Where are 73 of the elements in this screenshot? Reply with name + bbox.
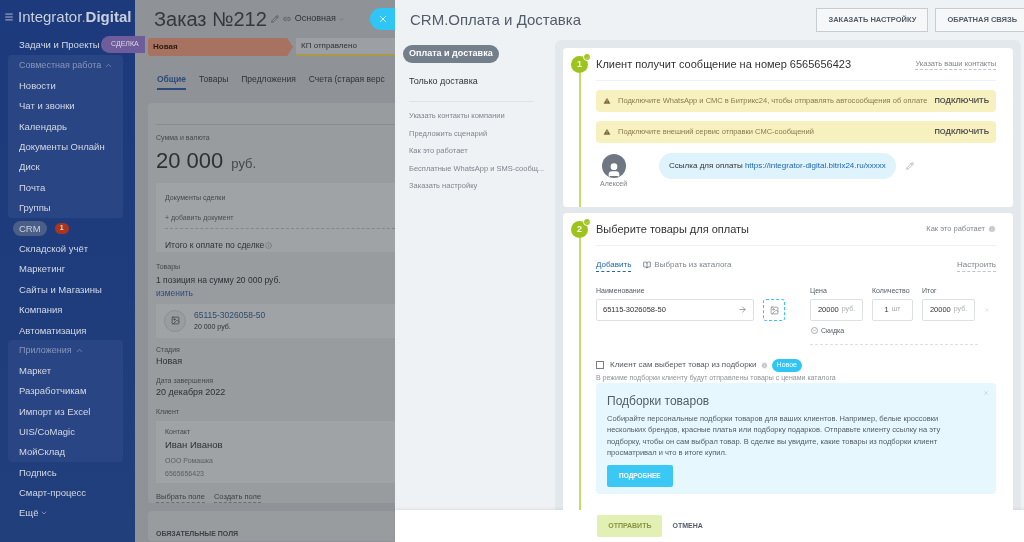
stage-step[interactable]: Новая — [148, 38, 293, 56]
deal-tab[interactable]: Товары — [199, 69, 229, 90]
sidebar-item[interactable]: Смарт-процесс — [19, 488, 87, 498]
category-dropdown[interactable]: Основная — [294, 12, 345, 26]
total-label: Итого к оплате по сделке — [165, 239, 265, 252]
sidebar-item[interactable]: Складской учёт — [19, 243, 89, 254]
products-summary: 1 позиция на сумму 20 000 руб. — [156, 274, 282, 287]
warning-icon — [603, 128, 611, 136]
close-icon[interactable] — [983, 389, 990, 396]
sidebar-item[interactable]: Маркетинг — [19, 264, 66, 274]
slider-title: CRM.Оплата и Доставка — [410, 9, 582, 30]
step-number: 2 — [571, 221, 588, 238]
book-icon[interactable] — [643, 261, 652, 269]
add-link[interactable]: Добавить — [596, 258, 632, 272]
deal-title: Заказ №212 — [154, 7, 267, 32]
product-name[interactable]: 65115-3026058-50 — [194, 309, 266, 322]
deal-amount: 20 000 — [156, 147, 224, 175]
sidebar-item[interactable]: CRM — [13, 220, 47, 237]
sidebar-item[interactable]: МойСклад — [19, 447, 66, 457]
sidebar-item[interactable]: Разработчикам — [19, 386, 87, 396]
sidebar-item[interactable]: Компания — [19, 305, 63, 315]
arrow-right-icon[interactable] — [738, 305, 747, 314]
mode-menu-item[interactable]: Только доставка — [403, 72, 484, 90]
field-value: 20 декабря 2022 — [156, 386, 227, 400]
sidebar-item[interactable]: Чат и звонки — [19, 101, 75, 111]
menu-icon[interactable] — [4, 11, 14, 22]
close-icon[interactable] — [377, 14, 388, 24]
pencil-icon[interactable] — [270, 15, 279, 23]
check-icon — [583, 218, 591, 226]
sidebar-item[interactable]: Документы Онлайн — [19, 142, 105, 152]
link-icon[interactable] — [282, 15, 291, 23]
sidebar-item[interactable]: Задачи и Проекты — [19, 40, 100, 50]
sidebar-item[interactable]: Подпись — [19, 467, 57, 478]
deal-currency: руб. — [231, 155, 257, 173]
settings-link[interactable]: Настроить — [956, 258, 997, 272]
contact-name[interactable]: Иван Иванов — [165, 437, 395, 452]
image-upload-icon[interactable] — [763, 299, 785, 321]
sidebar-item[interactable]: UIS/CoMagic — [19, 427, 75, 437]
help-icon[interactable] — [760, 361, 768, 369]
avatar-icon — [601, 154, 626, 178]
sidebar-item[interactable]: Новости — [19, 80, 56, 91]
sidebar-item[interactable]: Импорт из Excel — [19, 406, 91, 417]
close-button[interactable] — [370, 8, 395, 30]
deal-tab[interactable]: Счета (старая верс — [308, 69, 385, 90]
message-text: Ссылка для оплаты https://integrator-digital.bitrix24.ru/xxxxx — [669, 160, 886, 172]
sidebar-item[interactable]: Маркет — [19, 365, 52, 376]
info-title: Подборки товаров — [607, 392, 711, 410]
sidebar-item[interactable]: Ещё — [19, 506, 39, 521]
info-icon[interactable] — [265, 241, 273, 249]
sidebar-item[interactable]: Группы — [19, 203, 51, 213]
step-title: Выберите товары для оплаты — [596, 221, 749, 237]
warning-icon — [603, 97, 611, 105]
checkbox-label[interactable]: Клиент сам выберет товар из подборки — [610, 359, 757, 372]
checkbox[interactable] — [596, 361, 604, 370]
sidebar-item[interactable]: Сайты и Магазины — [19, 284, 102, 295]
payment-link[interactable]: https://integrator-digital.bitrix24.ru/xxxxx — [744, 161, 886, 170]
sidebar-item[interactable]: Автоматизация — [19, 325, 87, 335]
mode-menu-item[interactable]: Оплата и доставка — [403, 45, 499, 63]
field-value: Новая — [156, 355, 184, 369]
deal-tab[interactable]: Предложения — [241, 69, 296, 90]
catalog-link[interactable]: Выбрать из каталога — [643, 259, 732, 271]
check-icon — [583, 53, 591, 61]
sidebar-item[interactable]: Календарь — [19, 121, 67, 132]
edit-link[interactable]: изменить — [156, 287, 193, 300]
sidebar-item[interactable]: Диск — [19, 162, 40, 172]
sidebar-item[interactable]: Почта — [19, 182, 46, 193]
step-number: 1 — [571, 56, 588, 73]
brand-logo[interactable]: Integrator.Digital — [18, 9, 132, 24]
image-icon — [164, 309, 186, 332]
pencil-icon[interactable] — [905, 162, 914, 170]
chevron-down-icon[interactable] — [811, 327, 818, 335]
step-title: Клиент получит сообщение на номер 6565656423 — [596, 56, 852, 72]
stage-step[interactable]: КП отправлено — [296, 38, 395, 56]
